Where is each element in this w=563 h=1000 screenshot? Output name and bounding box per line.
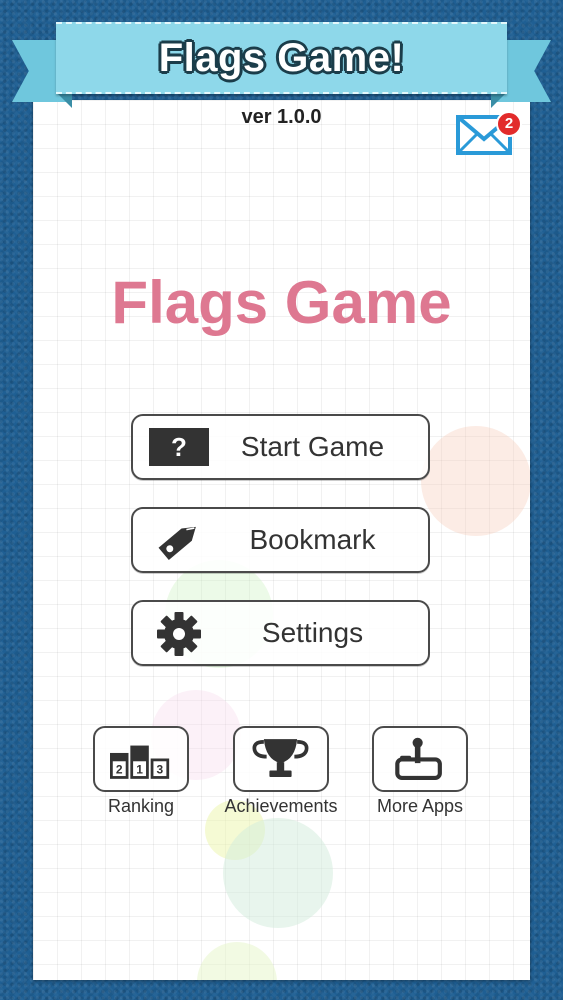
decor-bubble-mint	[223, 818, 333, 928]
decor-bubble-orange	[421, 426, 530, 536]
podium-digit-1: 1	[136, 762, 143, 776]
gear-icon	[157, 612, 201, 656]
achievements-label: Achievements	[224, 796, 338, 816]
bookmark-button[interactable]: Bookmark	[131, 507, 430, 573]
game-title: Flags Game	[111, 269, 452, 336]
banner-title: Flags Game!	[158, 35, 405, 80]
tag-pencil-icon	[158, 526, 196, 560]
trophy-icon	[252, 739, 309, 777]
settings-label: Settings	[261, 617, 364, 648]
more-apps-label: More Apps	[376, 796, 464, 816]
bookmark-label: Bookmark	[249, 524, 376, 555]
start-game-button[interactable]: ? Start Game	[131, 414, 430, 480]
podium-digit-3: 3	[157, 762, 164, 776]
joystick-icon	[395, 737, 442, 780]
podium-icon: 2 1 3	[110, 745, 170, 779]
title-banner: Flags Game!	[0, 0, 563, 115]
ribbon-main: Flags Game!	[56, 22, 507, 94]
achievements-button[interactable]	[233, 726, 329, 792]
start-game-label: Start Game	[240, 431, 385, 462]
ranking-button[interactable]: 2 1 3	[93, 726, 189, 792]
decor-bubble-lime	[197, 942, 277, 980]
more-apps-button[interactable]	[372, 726, 468, 792]
question-mark-icon: ?	[149, 428, 209, 466]
ranking-label: Ranking	[107, 796, 175, 816]
podium-digit-2: 2	[116, 762, 123, 776]
mail-badge: 2	[496, 111, 522, 137]
settings-button[interactable]: Settings	[131, 600, 430, 666]
